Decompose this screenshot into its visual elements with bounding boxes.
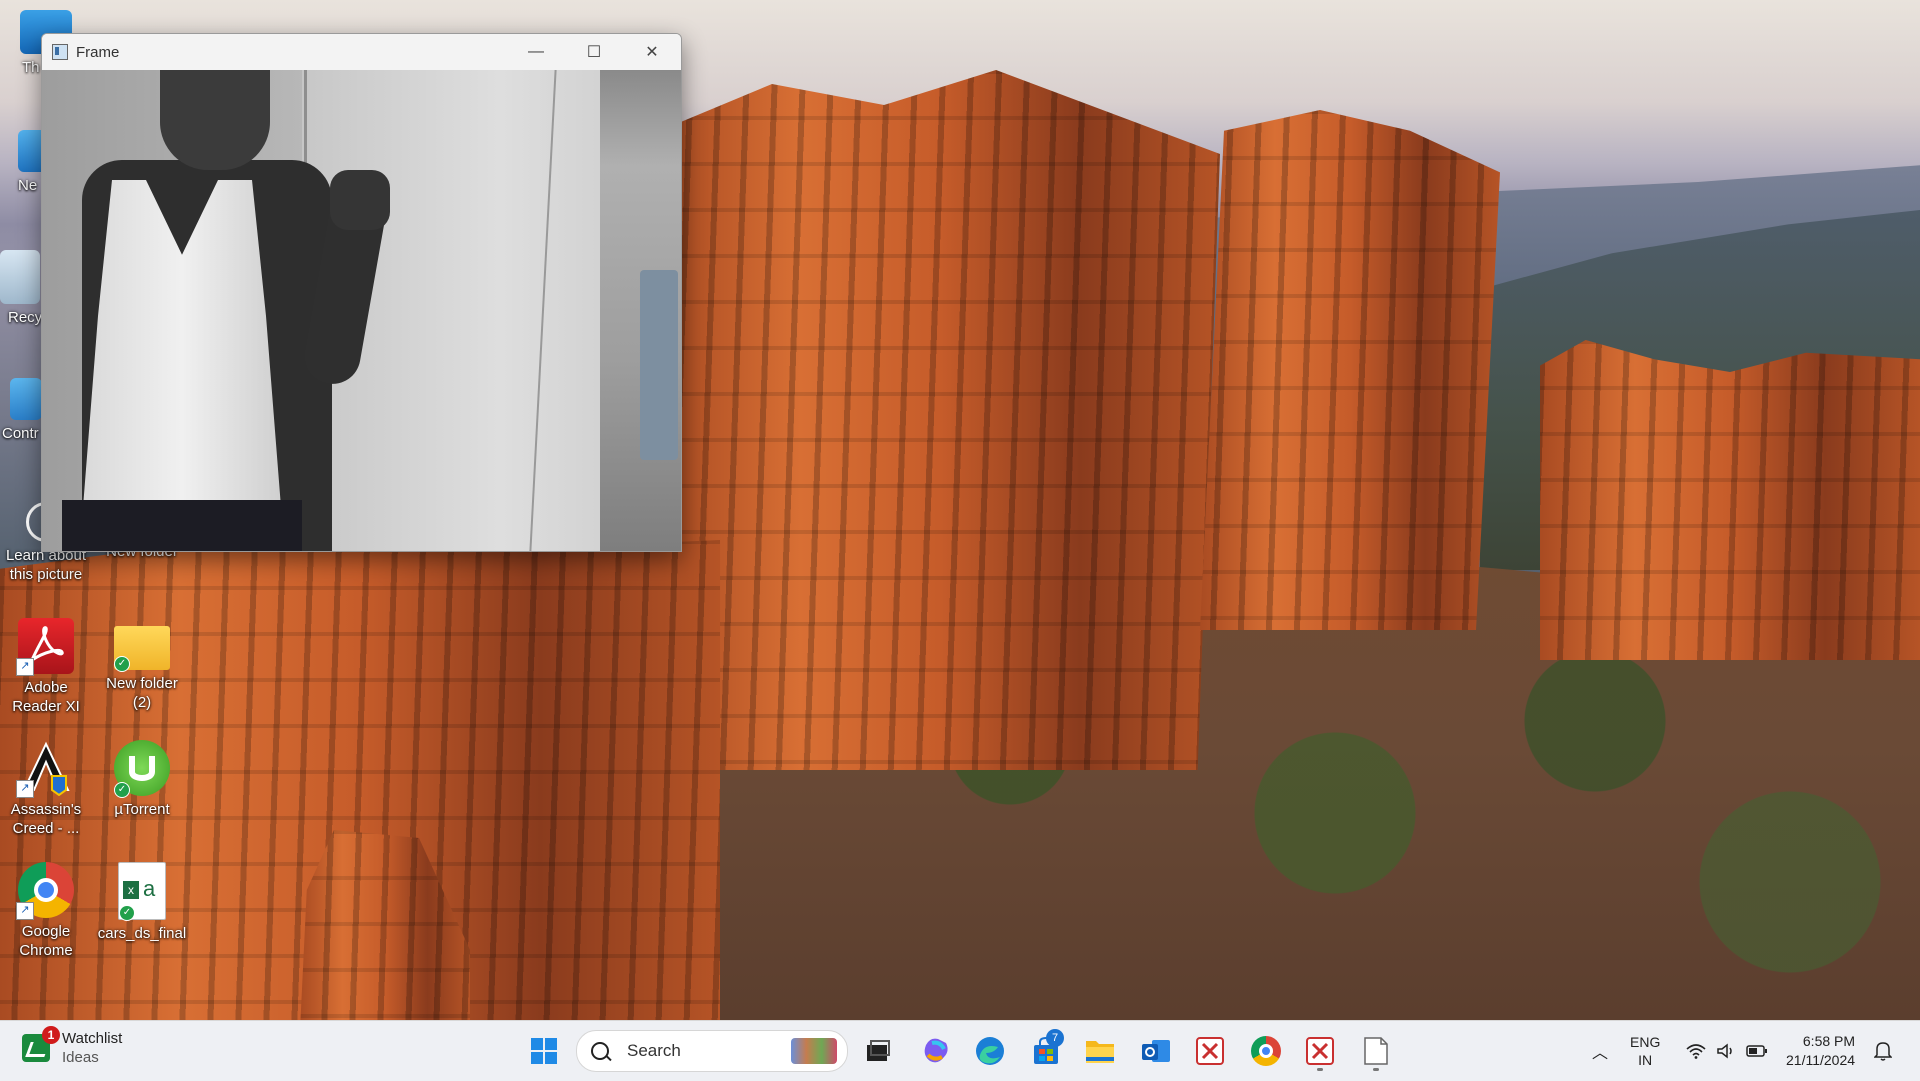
search-label: Search: [627, 1041, 681, 1060]
desktop-icon-adobe-reader[interactable]: ↗ Adobe Reader XI: [0, 618, 92, 716]
notepad-icon: [1364, 1037, 1388, 1065]
control-panel-icon: [10, 378, 42, 420]
desktop-icon-label: New folder (2): [106, 675, 178, 711]
window-titlebar[interactable]: Frame — ☐ ✕: [42, 34, 681, 70]
camera-feed: [42, 70, 681, 551]
search-icon: [591, 1042, 609, 1060]
file-explorer-button[interactable]: [1078, 1029, 1122, 1073]
search-highlight-icon: [791, 1038, 837, 1064]
adobe-reader-icon: ↗: [16, 618, 74, 676]
store-badge: 7: [1046, 1029, 1064, 1047]
sync-status-icon: ✓: [114, 656, 130, 672]
wifi-icon: [1686, 1044, 1706, 1059]
camera-hanging-cloth: [640, 270, 678, 460]
language-region: IN: [1638, 1052, 1653, 1068]
wallpaper-cliff-pillar: [1200, 110, 1500, 630]
shortcut-arrow-icon: ↗: [16, 780, 34, 798]
excel-file-icon: x a ✓: [118, 862, 166, 921]
close-button[interactable]: ✕: [623, 34, 681, 70]
chrome-icon: [1251, 1036, 1281, 1066]
file-explorer-icon: [1086, 1041, 1114, 1063]
copilot-icon: [924, 1038, 948, 1063]
taskbar: 1 Watchlist Ideas Search 7 ︿ ENG IN 6:58…: [0, 1020, 1920, 1081]
desktop-icon-label: µTorrent: [114, 801, 170, 818]
start-button[interactable]: [522, 1029, 566, 1073]
windows-start-icon: [531, 1038, 557, 1064]
widget-title: Watchlist: [62, 1030, 123, 1047]
notifications-button[interactable]: [1874, 1021, 1892, 1081]
sync-status-icon: ✓: [114, 782, 130, 798]
snipping-tool-icon: [1306, 1037, 1334, 1065]
widgets-button[interactable]: 1 Watchlist Ideas: [22, 1026, 123, 1067]
battery-icon: [1746, 1045, 1767, 1057]
clock-date: 21/11/2024: [1786, 1052, 1856, 1068]
notepad-button[interactable]: [1354, 1029, 1398, 1073]
chevron-up-icon: ︿: [1592, 1045, 1609, 1062]
camera-person-shorts: [62, 500, 302, 551]
frame-window[interactable]: Frame — ☐ ✕: [41, 33, 682, 552]
desktop-icon-label: Adobe Reader XI: [12, 679, 80, 715]
taskbar-search[interactable]: Search: [576, 1030, 848, 1072]
wallpaper-cliff-center: [660, 70, 1220, 770]
snipping-tool-open-button[interactable]: [1298, 1029, 1342, 1073]
task-view-button[interactable]: [856, 1029, 900, 1073]
widget-badge: 1: [42, 1026, 60, 1044]
widget-subtitle: Ideas: [62, 1049, 99, 1066]
clock-time: 6:58 PM: [1802, 1033, 1856, 1049]
bell-icon: [1874, 1042, 1892, 1061]
store-button[interactable]: 7: [1024, 1029, 1068, 1073]
edge-icon: [976, 1037, 1004, 1065]
quick-settings-button[interactable]: [1686, 1021, 1768, 1081]
wallpaper-cliff-right: [1540, 340, 1920, 660]
copilot-button[interactable]: [914, 1029, 958, 1073]
clock[interactable]: 6:58 PM 21/11/2024: [1786, 1021, 1855, 1081]
stock-watchlist-icon: 1: [22, 1026, 60, 1062]
desktop-icon-assassins-creed[interactable]: ↗ Assassin's Creed - ...: [0, 740, 92, 838]
snipping-tool-icon: [1196, 1037, 1224, 1065]
chrome-taskbar-button[interactable]: [1244, 1029, 1288, 1073]
running-indicator: [1373, 1068, 1379, 1071]
maximize-button[interactable]: ☐: [565, 34, 623, 70]
shortcut-arrow-icon: ↗: [16, 902, 34, 920]
edge-button[interactable]: [968, 1029, 1012, 1073]
assassins-creed-icon: ↗: [16, 740, 74, 798]
utorrent-icon: ✓: [114, 740, 170, 798]
chrome-icon: ↗: [16, 862, 74, 920]
recycle-bin-icon: [0, 250, 40, 304]
camera-person-fist: [330, 170, 390, 230]
outlook-button[interactable]: [1134, 1029, 1178, 1073]
volume-icon: [1717, 1043, 1732, 1059]
folder-icon: ✓: [114, 626, 170, 672]
minimize-button[interactable]: —: [507, 34, 565, 70]
desktop-icon-label: Assassin's Creed - ...: [10, 801, 82, 837]
desktop-icon-cars-ds-final[interactable]: x a ✓ cars_ds_final: [96, 862, 188, 943]
window-app-icon: [52, 44, 68, 60]
sync-status-icon: ✓: [119, 905, 135, 921]
snipping-tool-button[interactable]: [1188, 1029, 1232, 1073]
running-indicator: [1317, 1068, 1323, 1071]
outlook-icon: [1142, 1040, 1170, 1062]
desktop-icon-label: cars_ds_final: [97, 925, 187, 942]
desktop-icon-google-chrome[interactable]: ↗ Google Chrome: [0, 862, 92, 960]
desktop-icon-utorrent[interactable]: ✓ µTorrent: [96, 740, 188, 819]
window-title: Frame: [76, 43, 120, 61]
language-code: ENG: [1630, 1034, 1661, 1050]
show-hidden-icons-button[interactable]: ︿: [1584, 1021, 1616, 1081]
shortcut-arrow-icon: ↗: [16, 658, 34, 676]
camera-person-head: [160, 70, 270, 170]
desktop-icon-label: Google Chrome: [19, 923, 73, 959]
task-view-icon: [867, 1040, 890, 1061]
language-indicator[interactable]: ENG IN: [1630, 1021, 1660, 1081]
desktop-icon-new-folder-2[interactable]: ✓ New folder (2): [96, 618, 188, 712]
